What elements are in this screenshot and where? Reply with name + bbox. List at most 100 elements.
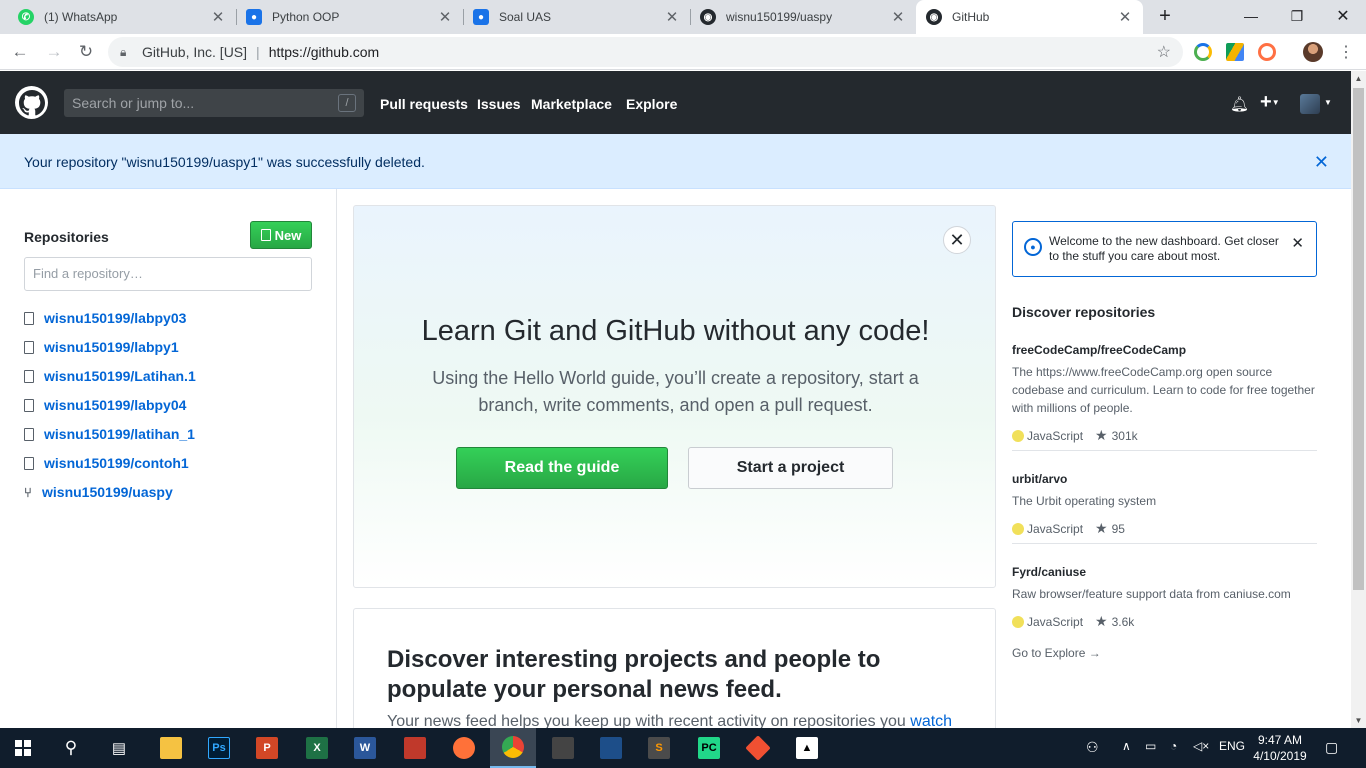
discover-repo-name[interactable]: Fyrd/caniuse: [1012, 565, 1317, 579]
git-icon[interactable]: [735, 728, 781, 768]
close-tab-icon[interactable]: ✕: [890, 8, 906, 26]
close-tab-icon[interactable]: ✕: [1117, 8, 1133, 26]
close-tab-icon[interactable]: ✕: [437, 8, 453, 26]
close-window-icon[interactable]: ✕: [1320, 0, 1366, 32]
tab-whatsapp[interactable]: ✆ (1) WhatsApp ✕: [8, 0, 236, 34]
word-icon[interactable]: W: [342, 728, 388, 768]
page-scrollbar[interactable]: ▲ ▼: [1351, 71, 1366, 728]
repo-name[interactable]: wisnu150199/labpy1: [44, 339, 179, 355]
people-icon[interactable]: ⚇: [1086, 739, 1099, 756]
github-search-input[interactable]: Search or jump to... /: [64, 89, 364, 117]
discover-repo-name[interactable]: freeCodeCamp/freeCodeCamp: [1012, 343, 1317, 357]
menu-dots-icon[interactable]: ⋮: [1334, 40, 1358, 64]
clock-time: 9:47 AM: [1257, 733, 1303, 747]
tab-uaspy[interactable]: ◉ wisnu150199/uaspy ✕: [690, 0, 916, 34]
repo-name[interactable]: wisnu150199/labpy03: [44, 310, 186, 326]
powerpoint-icon[interactable]: P: [244, 728, 290, 768]
close-tab-icon[interactable]: ✕: [210, 8, 226, 26]
close-tab-icon[interactable]: ✕: [664, 8, 680, 26]
avatar-dropdown-caret-icon[interactable]: ▼: [1324, 98, 1332, 107]
close-welcome-icon[interactable]: ✕: [1291, 234, 1304, 252]
browser-toolbar: ← → ↻ 🔒︎ GitHub, Inc. [US] | https://git…: [0, 34, 1366, 70]
windows-start-icon[interactable]: [0, 728, 46, 768]
repo-stars[interactable]: 95: [1112, 522, 1125, 536]
repo-name[interactable]: wisnu150199/uaspy: [42, 484, 173, 500]
url-text: https://github.com: [268, 44, 380, 60]
repo-stars[interactable]: 301k: [1112, 429, 1138, 443]
repo-link[interactable]: wisnu150199/latihan_1: [24, 426, 195, 442]
extension-icon[interactable]: [1194, 43, 1212, 61]
system-clock[interactable]: 9:47 AM 4/10/2019: [1252, 732, 1308, 764]
dismiss-hero-icon[interactable]: ✕: [943, 226, 971, 254]
restore-icon[interactable]: ❐: [1274, 0, 1320, 32]
nav-marketplace[interactable]: Marketplace: [531, 96, 612, 112]
nav-explore[interactable]: Explore: [626, 96, 677, 112]
excel-icon[interactable]: X: [294, 728, 340, 768]
show-hidden-icons[interactable]: ∧: [1122, 739, 1131, 753]
extension-icon[interactable]: [1258, 43, 1276, 61]
repo-name[interactable]: wisnu150199/labpy04: [44, 397, 186, 413]
photoshop-icon[interactable]: Ps: [196, 728, 242, 768]
go-to-explore-link[interactable]: Go to Explore →: [1012, 646, 1101, 660]
forward-icon[interactable]: →: [42, 40, 66, 64]
pycharm-icon[interactable]: PC: [686, 728, 732, 768]
tab-python-oop[interactable]: ● Python OOP ✕: [236, 0, 463, 34]
input-language[interactable]: ENG: [1219, 739, 1245, 753]
repo-link[interactable]: wisnu150199/Latihan.1: [24, 368, 196, 384]
new-repository-button[interactable]: New: [250, 221, 312, 249]
find-repository-placeholder: Find a repository…: [33, 266, 143, 281]
google-drive-icon[interactable]: [1226, 43, 1244, 61]
reload-icon[interactable]: ↻: [74, 40, 98, 64]
repo-name[interactable]: wisnu150199/Latihan.1: [44, 368, 196, 384]
user-avatar[interactable]: [1300, 94, 1320, 114]
file-explorer-icon[interactable]: [148, 728, 194, 768]
create-new-plus-icon[interactable]: +▼: [1260, 91, 1280, 114]
bookmark-star-icon[interactable]: ☆: [1157, 42, 1171, 62]
close-flash-icon[interactable]: ✕: [1314, 152, 1329, 173]
wifi-icon[interactable]: ◔: [1170, 739, 1177, 753]
nav-issues[interactable]: Issues: [477, 96, 521, 112]
battery-icon[interactable]: ▭: [1145, 739, 1156, 753]
discover-repo-meta: JavaScript ★ 301k: [1012, 427, 1317, 444]
search-icon[interactable]: ⚲: [48, 728, 94, 768]
address-bar[interactable]: 🔒︎ GitHub, Inc. [US] | https://github.co…: [108, 37, 1183, 67]
discover-repo-name[interactable]: urbit/arvo: [1012, 472, 1317, 486]
repo-link[interactable]: wisnu150199/labpy1: [24, 339, 179, 355]
repo-book-icon: [260, 229, 271, 241]
video-editor-icon[interactable]: [540, 728, 586, 768]
back-icon[interactable]: ←: [8, 40, 32, 64]
tab-github-active[interactable]: ◉ GitHub ✕: [916, 0, 1143, 34]
new-tab-icon[interactable]: +: [1142, 0, 1188, 32]
minimize-icon[interactable]: —: [1228, 0, 1274, 32]
github-logo-icon[interactable]: [15, 86, 48, 119]
start-a-project-button[interactable]: Start a project: [688, 447, 893, 489]
repo-name[interactable]: wisnu150199/contoh1: [44, 455, 189, 471]
read-the-guide-button[interactable]: Read the guide: [456, 447, 668, 489]
repo-link[interactable]: wisnu150199/contoh1: [24, 455, 189, 471]
star-icon: ★: [1095, 613, 1108, 629]
repo-stars[interactable]: 3.6k: [1112, 615, 1135, 629]
repo-link[interactable]: wisnu150199/labpy03: [24, 310, 186, 326]
notifications-bell-icon[interactable]: 🔔︎: [1230, 95, 1249, 113]
scrollbar-thumb[interactable]: [1353, 88, 1364, 590]
repo-link[interactable]: ⑂ wisnu150199/uaspy: [24, 484, 173, 500]
action-center-icon[interactable]: ▢: [1325, 739, 1338, 756]
language-color-dot: [1012, 522, 1024, 535]
chrome-icon[interactable]: [490, 728, 536, 768]
sublime-text-icon[interactable]: S: [636, 728, 682, 768]
volume-icon[interactable]: ◁×: [1193, 739, 1209, 753]
repo-name[interactable]: wisnu150199/latihan_1: [44, 426, 195, 442]
find-repository-input[interactable]: Find a repository…: [24, 257, 312, 291]
clock-date: 4/10/2019: [1253, 749, 1307, 763]
photos-icon[interactable]: ▲: [784, 728, 830, 768]
scroll-down-icon[interactable]: ▼: [1351, 713, 1366, 728]
profile-avatar[interactable]: [1303, 42, 1323, 62]
nav-pull-requests[interactable]: Pull requests: [380, 96, 468, 112]
repo-link[interactable]: wisnu150199/labpy04: [24, 397, 186, 413]
movie-maker-icon[interactable]: [588, 728, 634, 768]
task-view-icon[interactable]: ▤: [96, 728, 142, 768]
tab-soal-uas[interactable]: ● Soal UAS ✕: [463, 0, 690, 34]
scroll-up-icon[interactable]: ▲: [1351, 71, 1366, 86]
app-icon[interactable]: [392, 728, 438, 768]
firefox-icon[interactable]: [441, 728, 487, 768]
